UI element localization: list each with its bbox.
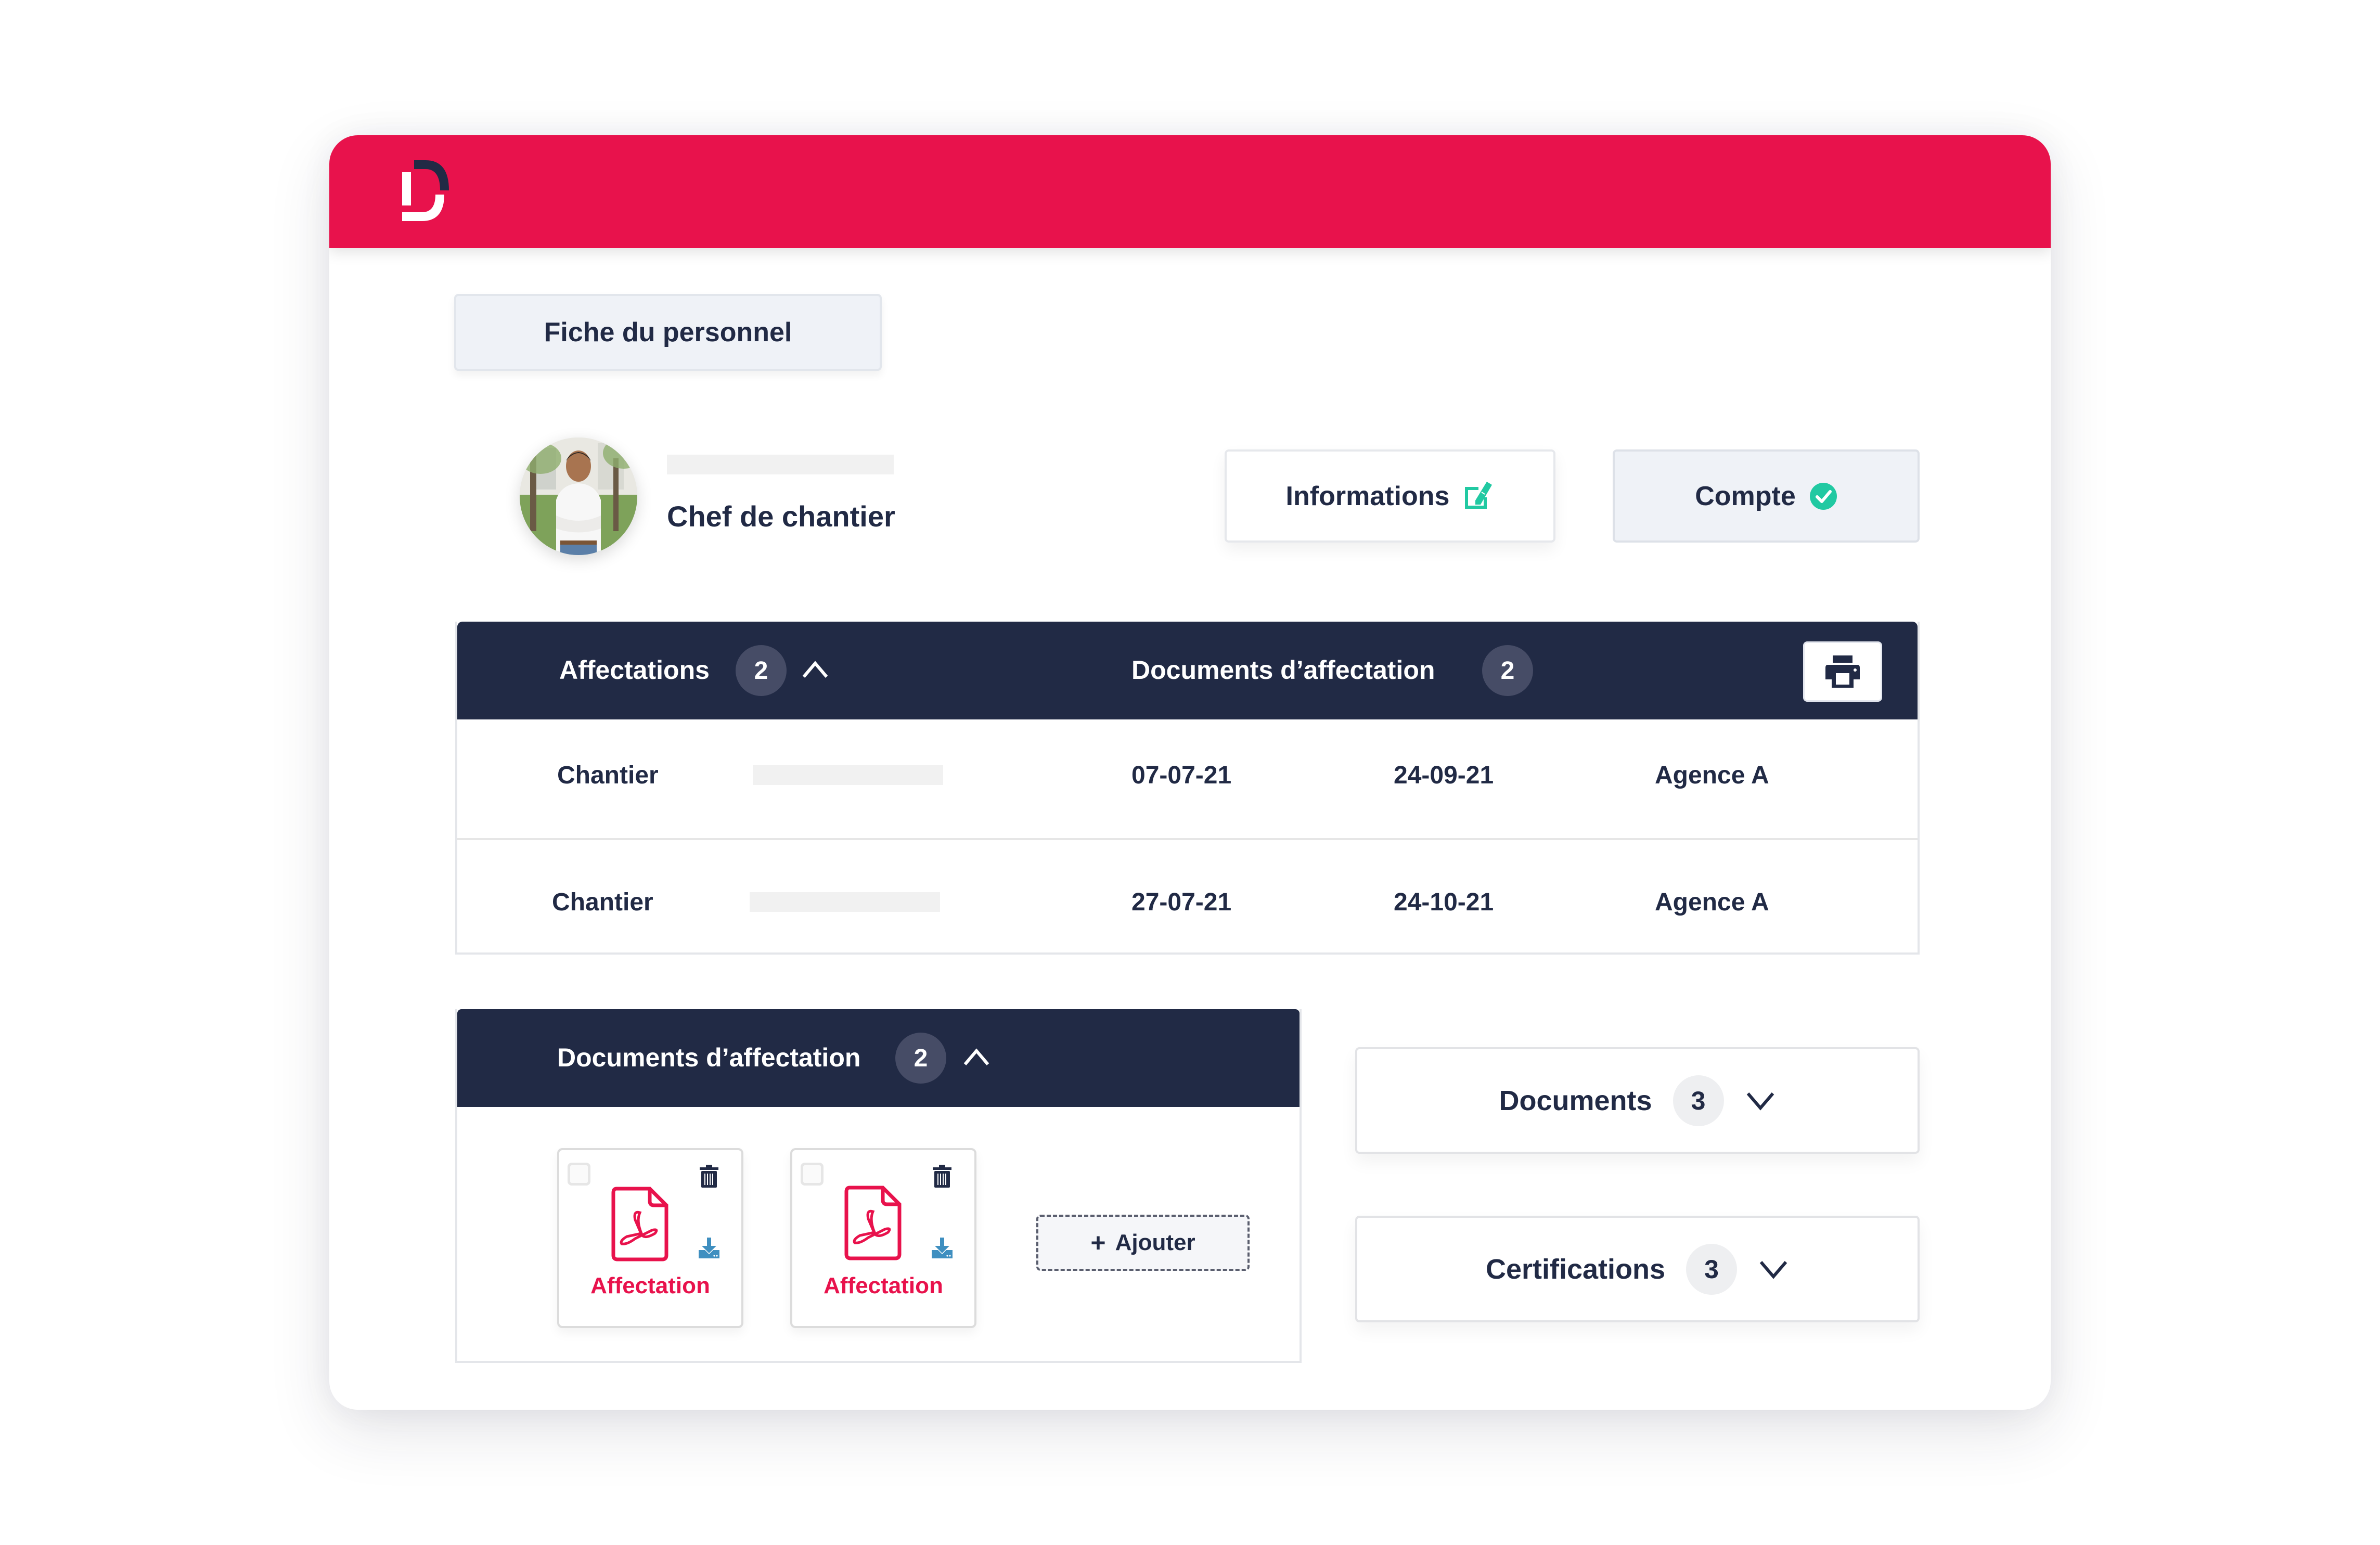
cell-end-date: 24-10-21	[1394, 889, 1494, 916]
printer-icon	[1825, 655, 1860, 688]
cell-start-date: 07-07-21	[1131, 762, 1232, 789]
documents-affectation-title: Documents d’affectation	[1131, 655, 1435, 685]
pdf-file-icon	[611, 1187, 668, 1261]
cell-type: Chantier	[552, 889, 653, 916]
compte-label: Compte	[1695, 481, 1796, 511]
table-row[interactable]: Chantier 07-07-21 24-09-21 Agence A	[457, 719, 1918, 840]
chevron-down-icon	[1759, 1260, 1787, 1279]
documents-affectation-panel-count: 2	[895, 1033, 946, 1084]
documents-affectation-panel-header: Documents d’affectation 2	[457, 1009, 1300, 1107]
cell-agency: Agence A	[1655, 762, 1769, 789]
compte-button[interactable]: Compte	[1613, 449, 1920, 543]
documents-panel-toggle[interactable]: Documents 3	[1355, 1047, 1920, 1154]
documents-count-badge: 3	[1673, 1075, 1724, 1126]
file-name: Affectation	[824, 1273, 943, 1298]
person-photo-icon	[520, 437, 637, 555]
check-circle-icon	[1809, 482, 1837, 510]
cell-end-date: 24-09-21	[1394, 762, 1494, 789]
cell-start-date: 27-07-21	[1131, 889, 1232, 916]
chevron-down-icon	[1746, 1092, 1774, 1111]
top-bar	[329, 135, 2051, 248]
edit-icon	[1465, 481, 1493, 509]
cell-name-placeholder	[750, 892, 940, 912]
affectations-count-badge: 2	[736, 645, 787, 696]
chevron-up-icon[interactable]	[801, 659, 830, 680]
fiche-personnel-tab[interactable]: Fiche du personnel	[454, 294, 882, 371]
documents-panel-label: Documents	[1499, 1085, 1652, 1116]
avatar	[520, 437, 637, 555]
informations-label: Informations	[1285, 481, 1450, 511]
table-row[interactable]: Chantier 27-07-21 24-10-21 Agence A	[457, 840, 1918, 952]
file-checkbox[interactable]	[801, 1163, 824, 1186]
chevron-up-icon[interactable]	[962, 1047, 991, 1067]
add-label: Ajouter	[1115, 1230, 1195, 1255]
affectations-title: Affectations	[559, 655, 710, 685]
documents-affectation-count-badge: 2	[1482, 645, 1533, 696]
certifications-count-badge: 3	[1686, 1243, 1738, 1295]
add-document-button[interactable]: + Ajouter	[1036, 1215, 1250, 1271]
name-placeholder	[667, 455, 894, 474]
d-logo-icon[interactable]	[402, 160, 449, 221]
app-window: Fiche du personnel Chef de chantier Info…	[329, 135, 2051, 1410]
file-card[interactable]: Affectation	[557, 1148, 743, 1328]
certifications-panel-label: Certifications	[1485, 1253, 1666, 1285]
pdf-file-icon	[844, 1186, 902, 1260]
file-card[interactable]: Affectation	[790, 1148, 976, 1328]
documents-affectation-panel: Documents d’affectation 2 Affectation Af…	[455, 1009, 1302, 1363]
print-button[interactable]	[1803, 641, 1882, 702]
documents-affectation-panel-title: Documents d’affectation	[557, 1043, 861, 1072]
plus-icon: +	[1090, 1228, 1106, 1257]
download-icon[interactable]	[932, 1238, 953, 1258]
trash-icon[interactable]	[700, 1165, 718, 1188]
informations-button[interactable]: Informations	[1225, 449, 1555, 543]
file-name: Affectation	[590, 1273, 710, 1298]
affectations-header: Affectations 2 Documents d’affectation 2	[457, 622, 1918, 719]
role-label: Chef de chantier	[667, 500, 895, 533]
affectations-table: Affectations 2 Documents d’affectation 2…	[455, 622, 1920, 955]
fiche-personnel-label: Fiche du personnel	[544, 317, 792, 347]
download-icon[interactable]	[699, 1238, 719, 1258]
cell-agency: Agence A	[1655, 889, 1769, 916]
trash-icon[interactable]	[933, 1165, 951, 1188]
file-checkbox[interactable]	[568, 1163, 590, 1186]
cell-type: Chantier	[557, 762, 659, 789]
certifications-panel-toggle[interactable]: Certifications 3	[1355, 1216, 1920, 1322]
cell-name-placeholder	[753, 765, 943, 785]
